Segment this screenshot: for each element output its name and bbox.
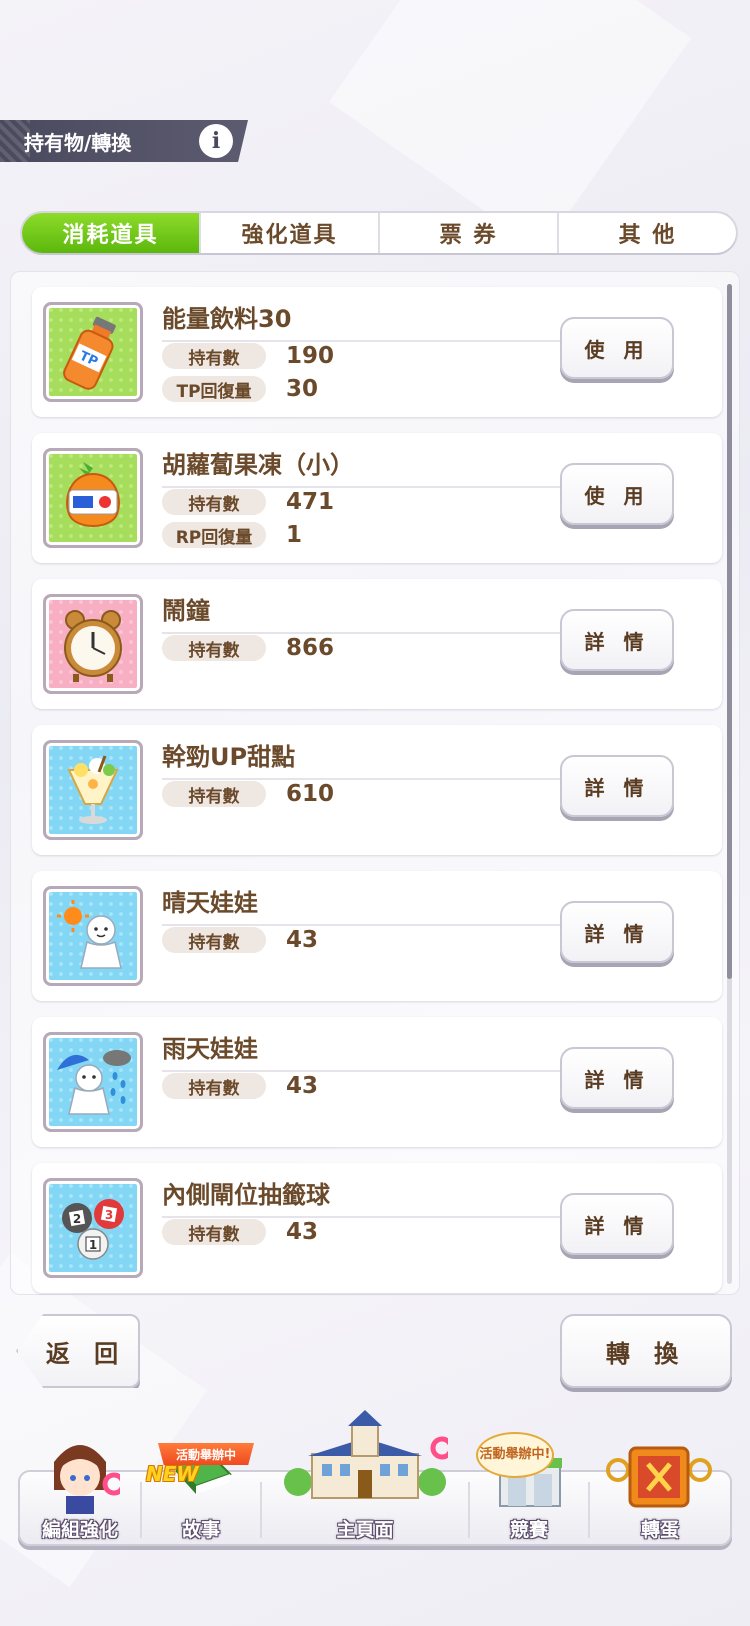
stat-value: 1	[286, 522, 303, 548]
tab-other[interactable]: 其 他	[557, 213, 736, 253]
item-card-carrot-jelly: 胡蘿蔔果凍（小） 持有數 471 RP回復量 1 使 用	[32, 433, 722, 563]
stat-label: 持有數	[162, 635, 266, 661]
item-name: 晴天娃娃	[162, 883, 572, 926]
bottom-nav: 編組強化 故事 主頁面 競賽 轉蛋	[18, 1410, 732, 1548]
item-card-energy-drink: TP 能量飲料30 持有數 190 TP回復量 30 使 用	[32, 287, 722, 417]
stat-value: 43	[286, 1073, 319, 1099]
home-building-icon	[284, 1410, 448, 1499]
details-button[interactable]: 詳 情	[560, 755, 674, 817]
use-button[interactable]: 使 用	[560, 317, 674, 379]
nav-label: 競賽	[509, 1519, 548, 1541]
item-card-rainy-doll: 雨天娃娃 持有數 43 詳 情	[32, 1017, 722, 1147]
item-name: 能量飲料30	[162, 299, 572, 342]
event-ongoing-bubble: 活動舉辦中!	[476, 1432, 554, 1478]
character-avatar-icon	[54, 1445, 120, 1514]
stat-value: 190	[286, 343, 335, 369]
nav-item-home[interactable]: 主頁面	[262, 1410, 468, 1548]
details-button[interactable]: 詳 情	[560, 609, 674, 671]
nav-label: 轉蛋	[640, 1519, 679, 1541]
stat-row: 持有數 190	[162, 343, 334, 369]
nav-label: 編組強化	[41, 1519, 118, 1541]
convert-button[interactable]: 轉 換	[560, 1314, 732, 1388]
item-name: 鬧鐘	[162, 591, 572, 634]
stat-row: 持有數 43	[162, 1219, 318, 1245]
nav-item-gacha[interactable]: 轉蛋	[590, 1446, 730, 1548]
info-icon[interactable]: i	[199, 124, 233, 158]
stat-value: 866	[286, 635, 335, 661]
stat-label: 持有數	[162, 781, 266, 807]
stat-label: 持有數	[162, 1219, 266, 1245]
stat-row: 持有數 43	[162, 927, 318, 953]
item-name: 內側閘位抽籤球	[162, 1175, 572, 1218]
sunny-doll-icon	[43, 886, 143, 986]
stat-label: 持有數	[162, 1073, 266, 1099]
item-card-alarm-clock: 鬧鐘 持有數 866 詳 情	[32, 579, 722, 709]
tab-consumables[interactable]: 消耗道具	[22, 213, 199, 253]
page-header: 持有物/轉換 i	[0, 120, 248, 162]
page-title: 持有物/轉換	[24, 130, 132, 155]
item-card-sunny-doll: 晴天娃娃 持有數 43 詳 情	[32, 871, 722, 1001]
category-tabs: 消耗道具 強化道具 票 券 其 他	[22, 213, 736, 253]
energy-drink-icon: TP	[43, 302, 143, 402]
carrot-jelly-icon	[43, 448, 143, 548]
stat-value: 471	[286, 489, 335, 515]
scrollbar-thumb[interactable]	[727, 284, 732, 979]
stat-value: 30	[286, 376, 319, 402]
stat-row: TP回復量 30	[162, 376, 318, 402]
nav-label: 主頁面	[336, 1519, 394, 1541]
svg-text:1: 1	[89, 1238, 97, 1252]
nav-item-race[interactable]: 競賽	[470, 1458, 588, 1548]
alarm-clock-icon	[43, 594, 143, 694]
stat-label: 持有數	[162, 489, 266, 515]
details-button[interactable]: 詳 情	[560, 901, 674, 963]
stat-value: 43	[286, 1219, 319, 1245]
tab-tickets[interactable]: 票 券	[378, 213, 557, 253]
stat-row: 持有數 43	[162, 1073, 318, 1099]
stat-label: TP回復量	[162, 376, 266, 402]
item-name: 幹勁UP甜點	[162, 737, 572, 780]
stat-label: 持有數	[162, 927, 266, 953]
stat-row: 持有數 866	[162, 635, 334, 661]
stat-label: RP回復量	[162, 522, 266, 548]
svg-text:3: 3	[105, 1208, 113, 1222]
nav-item-team-enhance[interactable]: 編組強化	[20, 1445, 140, 1548]
stat-row: 持有數 471	[162, 489, 334, 515]
nav-label: 故事	[181, 1519, 220, 1541]
item-name: 胡蘿蔔果凍（小）	[162, 445, 572, 488]
stat-label: 持有數	[162, 343, 266, 369]
lottery-ball-icon: 2 3 1	[43, 1178, 143, 1278]
details-button[interactable]: 詳 情	[560, 1047, 674, 1109]
stat-value: 610	[286, 781, 335, 807]
parfait-icon	[43, 740, 143, 840]
stat-value: 43	[286, 927, 319, 953]
rainy-doll-icon	[43, 1032, 143, 1132]
gacha-gate-icon	[606, 1446, 712, 1508]
stat-row: RP回復量 1	[162, 522, 302, 548]
tab-enhancement[interactable]: 強化道具	[199, 213, 378, 253]
svg-text:2: 2	[73, 1212, 81, 1226]
new-badge: NEW	[146, 1462, 199, 1486]
details-button[interactable]: 詳 情	[560, 1193, 674, 1255]
item-card-lottery-ball: 2 3 1 內側閘位抽籤球 持有數 43 詳 情	[32, 1163, 722, 1293]
use-button[interactable]: 使 用	[560, 463, 674, 525]
item-card-parfait: 幹勁UP甜點 持有數 610 詳 情	[32, 725, 722, 855]
item-name: 雨天娃娃	[162, 1029, 572, 1072]
stat-row: 持有數 610	[162, 781, 334, 807]
